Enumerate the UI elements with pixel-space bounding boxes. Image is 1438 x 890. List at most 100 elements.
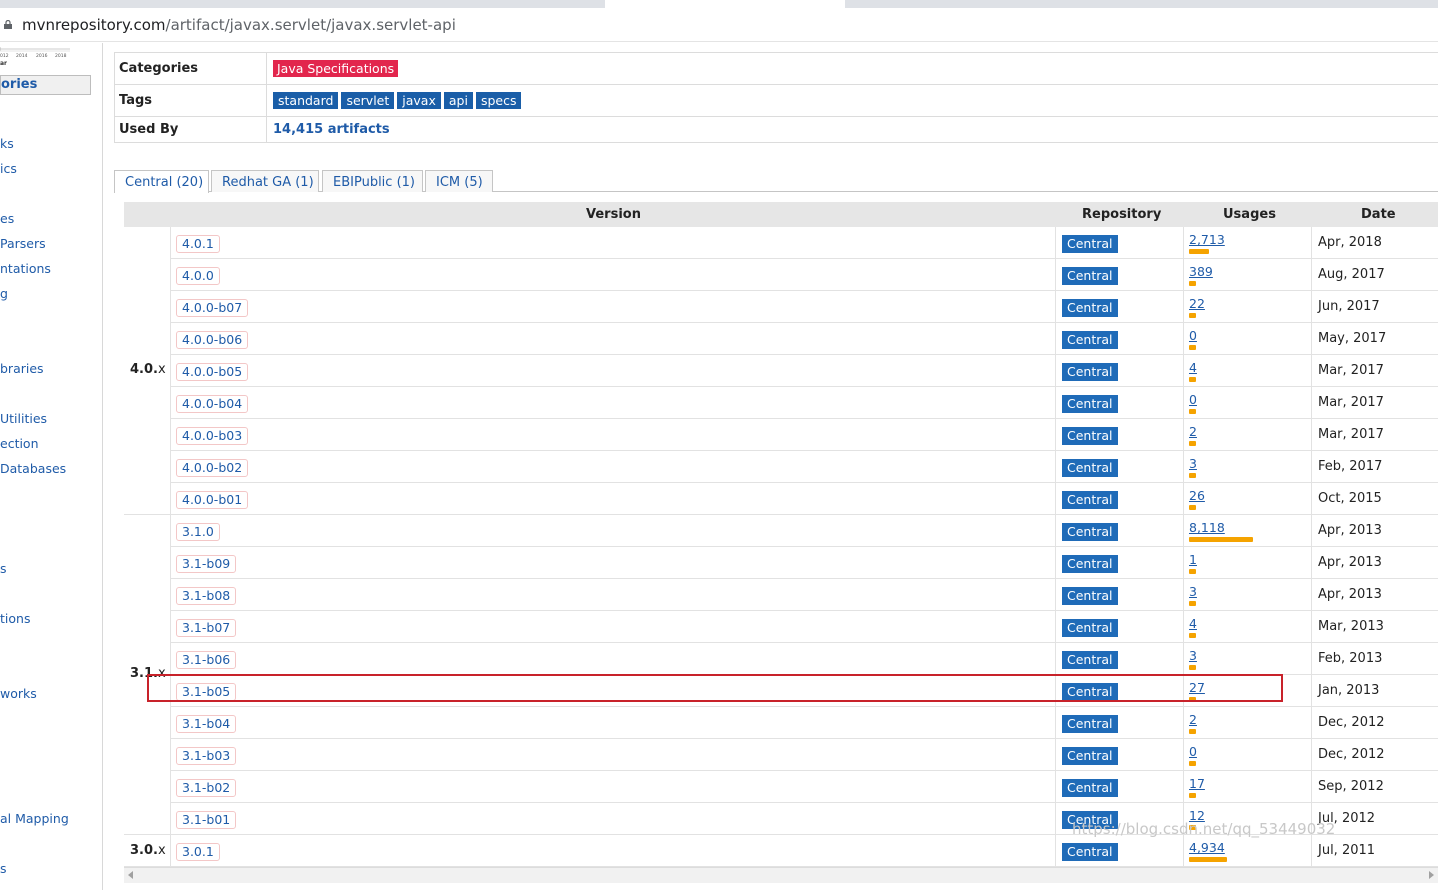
repository-badge[interactable]: Central <box>1062 331 1118 349</box>
repository-badge[interactable]: Central <box>1062 747 1118 765</box>
tab-redhat-ga[interactable]: Redhat GA (1) <box>211 170 319 192</box>
repository-badge[interactable]: Central <box>1062 395 1118 413</box>
tag-standard[interactable]: standard <box>273 92 339 109</box>
version-link[interactable]: 4.0.0-b02 <box>176 459 249 477</box>
repository-badge[interactable]: Central <box>1062 235 1118 253</box>
version-link[interactable]: 3.0.1 <box>176 843 220 861</box>
usages-link[interactable]: 0 <box>1189 328 1197 343</box>
usages-link[interactable]: 1 <box>1189 552 1197 567</box>
usages-link[interactable]: 17 <box>1189 776 1205 791</box>
sidebar-category-link[interactable]: es <box>0 211 14 226</box>
repository-badge[interactable]: Central <box>1062 363 1118 381</box>
version-link[interactable]: 3.1-b02 <box>176 779 237 797</box>
version-link[interactable]: 4.0.0-b03 <box>176 427 249 445</box>
scroll-right-icon[interactable] <box>1429 871 1434 879</box>
repository-badge[interactable]: Central <box>1062 427 1118 445</box>
sidebar-category-link[interactable]: g <box>0 286 8 301</box>
version-link[interactable]: 3.1-b01 <box>176 811 237 829</box>
usages-link[interactable]: 26 <box>1189 488 1205 503</box>
version-link[interactable]: 3.1-b09 <box>176 555 237 573</box>
usages-link[interactable]: 4 <box>1189 360 1197 375</box>
repository-badge[interactable]: Central <box>1062 267 1118 285</box>
tag-javax[interactable]: javax <box>397 92 441 109</box>
sidebar-category-link[interactable]: works <box>0 686 37 701</box>
horizontal-scrollbar[interactable] <box>124 867 1438 883</box>
version-link[interactable]: 3.1-b06 <box>176 651 237 669</box>
browser-tab-active[interactable] <box>605 0 845 8</box>
repository-badge[interactable]: Central <box>1062 619 1118 637</box>
sidebar-category-link[interactable]: al Mapping <box>0 811 69 826</box>
version-link[interactable]: 3.1-b03 <box>176 747 237 765</box>
repository-badge[interactable]: Central <box>1062 587 1118 605</box>
repository-badge[interactable]: Central <box>1062 779 1118 797</box>
version-link[interactable]: 4.0.0-b07 <box>176 299 249 317</box>
usages-link[interactable]: 3 <box>1189 648 1197 663</box>
usedby-link[interactable]: 14,415 artifacts <box>273 122 390 137</box>
sidebar-category-link[interactable]: braries <box>0 361 44 376</box>
repository-badge[interactable]: Central <box>1062 555 1118 573</box>
repository-badge[interactable]: Central <box>1062 715 1118 733</box>
repository-badge[interactable]: Central <box>1062 523 1118 541</box>
sidebar-category-link[interactable]: Databases <box>0 461 66 476</box>
version-row: 4.0.0-b04 Central 0 Mar, 2017 <box>170 387 1438 419</box>
usages-link[interactable]: 3 <box>1189 584 1197 599</box>
sidebar-category-link[interactable]: Parsers <box>0 236 46 251</box>
usages-link[interactable]: 2 <box>1189 424 1197 439</box>
version-link[interactable]: 4.0.0-b05 <box>176 363 249 381</box>
version-row: 4.0.0 Central 389 Aug, 2017 <box>170 259 1438 291</box>
sidebar-category-link[interactable]: ection <box>0 436 39 451</box>
version-link[interactable]: 4.0.0-b06 <box>176 331 249 349</box>
date-cell: Apr, 2018 <box>1311 227 1438 258</box>
usages-link[interactable]: 0 <box>1189 392 1197 407</box>
usages-link[interactable]: 22 <box>1189 296 1205 311</box>
version-link[interactable]: 3.1-b08 <box>176 587 237 605</box>
version-link[interactable]: 3.1.0 <box>176 523 220 541</box>
repository-badge[interactable]: Central <box>1062 299 1118 317</box>
lock-icon[interactable] <box>4 20 12 29</box>
sidebar-category-link[interactable]: ntations <box>0 261 51 276</box>
category-badge[interactable]: Java Specifications <box>273 60 399 77</box>
repository-badge[interactable]: Central <box>1062 843 1118 861</box>
browser-tab-inactive[interactable] <box>845 0 1438 8</box>
version-link[interactable]: 3.1-b07 <box>176 619 237 637</box>
tab-central[interactable]: Central (20) <box>114 170 209 193</box>
usages-link[interactable]: 8,118 <box>1189 520 1225 535</box>
date-cell: Mar, 2017 <box>1311 387 1438 418</box>
date-cell: Aug, 2017 <box>1311 259 1438 290</box>
usages-link[interactable]: 2,713 <box>1189 232 1225 247</box>
usages-link[interactable]: 4,934 <box>1189 840 1225 855</box>
scroll-left-icon[interactable] <box>128 871 133 879</box>
version-link[interactable]: 4.0.1 <box>176 235 220 253</box>
usages-link[interactable]: 389 <box>1189 264 1213 279</box>
usages-link[interactable]: 3 <box>1189 456 1197 471</box>
sidebar-category-link[interactable]: s <box>0 861 7 876</box>
date-cell: Mar, 2013 <box>1311 611 1438 642</box>
tag-specs[interactable]: specs <box>475 92 522 109</box>
version-link[interactable]: 4.0.0-b04 <box>176 395 249 413</box>
tab-ebipublic[interactable]: EBIPublic (1) <box>322 170 423 192</box>
address-bar[interactable]: mvnrepository.com/artifact/javax.servlet… <box>0 8 1438 42</box>
sidebar-category-link[interactable]: ks <box>0 136 14 151</box>
sidebar-category-link[interactable]: s <box>0 561 7 576</box>
usages-link[interactable]: 0 <box>1189 744 1197 759</box>
usages-link[interactable]: 2 <box>1189 712 1197 727</box>
repository-badge[interactable]: Central <box>1062 651 1118 669</box>
sidebar-category-link[interactable]: ics <box>0 161 17 176</box>
tag-servlet[interactable]: servlet <box>341 92 395 109</box>
version-link[interactable]: 3.1-b04 <box>176 715 237 733</box>
version-link[interactable]: 4.0.0-b01 <box>176 491 249 509</box>
usages-link[interactable]: 4 <box>1189 616 1197 631</box>
repository-tabs: Central (20) Redhat GA (1) EBIPublic (1)… <box>114 170 1438 193</box>
sidebar-category-link[interactable]: tions <box>0 611 30 626</box>
browser-tab-inactive[interactable] <box>0 0 605 8</box>
version-link[interactable]: 4.0.0 <box>176 267 220 285</box>
repository-badge[interactable]: Central <box>1062 459 1118 477</box>
tag-api[interactable]: api <box>443 92 473 109</box>
tab-icm[interactable]: ICM (5) <box>425 170 493 192</box>
repository-badge[interactable]: Central <box>1062 491 1118 509</box>
sidebar-category-link[interactable]: Utilities <box>0 411 47 426</box>
categories-heading[interactable]: ories <box>0 75 91 95</box>
date-cell: Jul, 2011 <box>1311 835 1438 866</box>
repository-cell: Central <box>1055 771 1184 802</box>
address-url[interactable]: mvnrepository.com/artifact/javax.servlet… <box>22 16 456 34</box>
